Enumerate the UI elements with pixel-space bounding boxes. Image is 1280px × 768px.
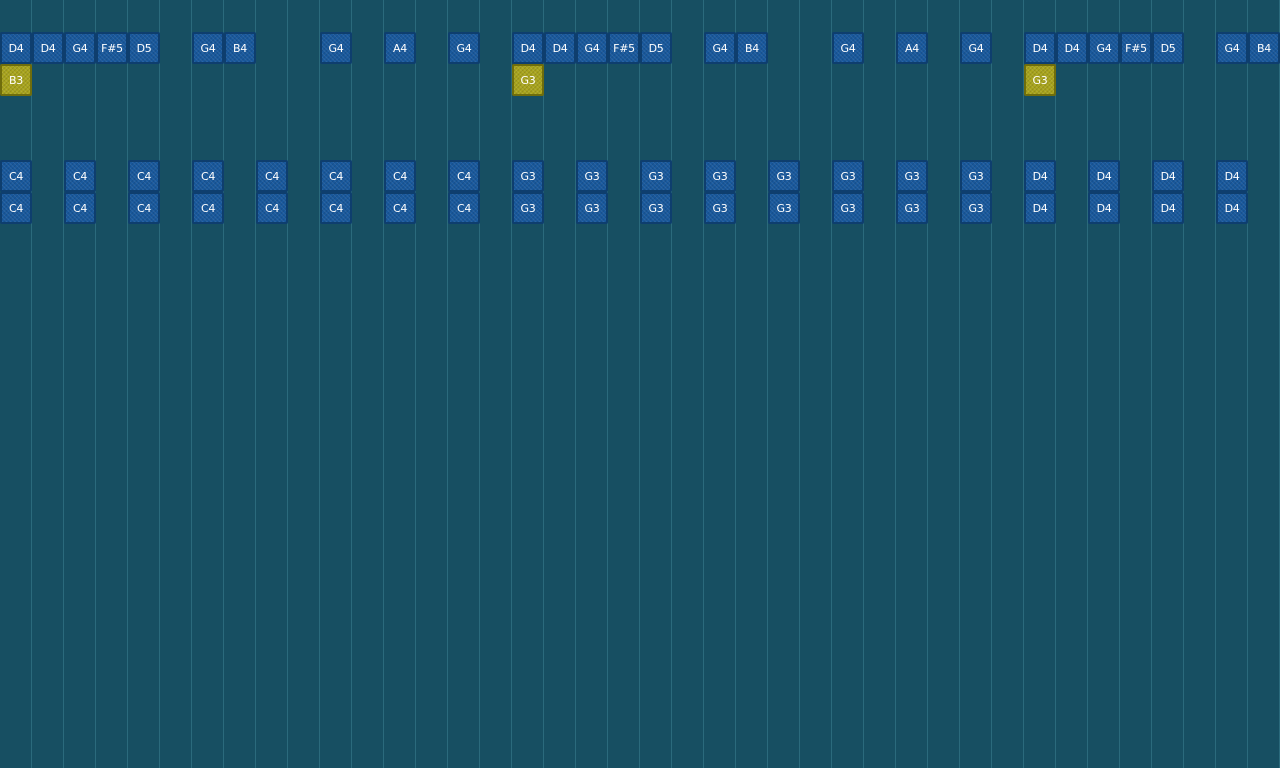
note-block-bass-upper[interactable]: C4 [448, 160, 480, 192]
note-block-bass-lower[interactable]: G3 [704, 192, 736, 224]
note-block-bass-upper[interactable]: C4 [192, 160, 224, 192]
note-block-bass-upper[interactable]: G3 [768, 160, 800, 192]
note-block-bass-lower[interactable]: C4 [384, 192, 416, 224]
note-block-bass-upper[interactable]: G3 [960, 160, 992, 192]
note-block-melody[interactable]: F#5 [608, 32, 640, 64]
note-block-bass-lower[interactable]: D4 [1088, 192, 1120, 224]
note-block-melody[interactable]: G4 [960, 32, 992, 64]
note-block-melody[interactable]: D5 [1152, 32, 1184, 64]
note-block-bass-upper[interactable]: C4 [128, 160, 160, 192]
note-block-bass-lower[interactable]: C4 [320, 192, 352, 224]
note-block-bass-lower[interactable]: D4 [1216, 192, 1248, 224]
note-block-bass-lower[interactable]: G3 [640, 192, 672, 224]
note-block-melody[interactable]: D5 [128, 32, 160, 64]
note-block-melody[interactable]: G4 [64, 32, 96, 64]
note-block-melody[interactable]: B4 [224, 32, 256, 64]
note-block-melody[interactable]: B4 [1248, 32, 1280, 64]
note-block-melody[interactable]: G4 [192, 32, 224, 64]
note-block-bass-upper[interactable]: C4 [64, 160, 96, 192]
note-block-bass-upper[interactable]: G3 [832, 160, 864, 192]
selected-note-block-harmony[interactable]: G3 [512, 64, 544, 96]
note-block-bass-upper[interactable]: G3 [896, 160, 928, 192]
note-block-bass-upper[interactable]: G3 [576, 160, 608, 192]
note-block-melody[interactable]: D4 [0, 32, 32, 64]
note-block-bass-lower[interactable]: C4 [64, 192, 96, 224]
note-block-bass-lower[interactable]: C4 [192, 192, 224, 224]
note-block-melody[interactable]: G4 [704, 32, 736, 64]
note-block-bass-lower[interactable]: G3 [768, 192, 800, 224]
selected-note-block-harmony[interactable]: B3 [0, 64, 32, 96]
note-block-bass-lower[interactable]: D4 [1152, 192, 1184, 224]
note-block-melody[interactable]: G4 [1088, 32, 1120, 64]
note-block-bass-lower[interactable]: C4 [256, 192, 288, 224]
note-block-bass-lower[interactable]: C4 [0, 192, 32, 224]
note-block-melody[interactable]: D4 [1056, 32, 1088, 64]
note-block-bass-upper[interactable]: G3 [640, 160, 672, 192]
note-block-bass-upper[interactable]: C4 [0, 160, 32, 192]
note-block-bass-upper[interactable]: C4 [256, 160, 288, 192]
note-block-bass-lower[interactable]: C4 [128, 192, 160, 224]
note-block-bass-upper[interactable]: D4 [1152, 160, 1184, 192]
note-block-melody[interactable]: D5 [640, 32, 672, 64]
note-block-bass-upper[interactable]: D4 [1024, 160, 1056, 192]
selected-note-block-harmony[interactable]: G3 [1024, 64, 1056, 96]
note-block-bass-lower[interactable]: G3 [512, 192, 544, 224]
note-block-melody[interactable]: D4 [1024, 32, 1056, 64]
note-block-melody[interactable]: F#5 [1120, 32, 1152, 64]
note-block-melody[interactable]: D4 [32, 32, 64, 64]
note-block-melody[interactable]: B4 [736, 32, 768, 64]
note-block-bass-upper[interactable]: D4 [1088, 160, 1120, 192]
sequencer-grid[interactable]: D4 D4 G4 F#5 D5 G4 B4 G4 A4 G4 D4 D4 G4 F#5 D5 G4 B4 G4 A4… [0, 0, 1280, 768]
note-block-melody[interactable]: A4 [384, 32, 416, 64]
note-block-melody[interactable]: G4 [576, 32, 608, 64]
note-block-bass-upper[interactable]: G3 [704, 160, 736, 192]
note-block-melody[interactable]: A4 [896, 32, 928, 64]
note-block-melody[interactable]: G4 [1216, 32, 1248, 64]
note-block-melody[interactable]: G4 [320, 32, 352, 64]
note-block-bass-lower[interactable]: G3 [896, 192, 928, 224]
note-block-bass-lower[interactable]: G3 [960, 192, 992, 224]
note-block-melody[interactable]: G4 [448, 32, 480, 64]
note-block-bass-upper[interactable]: C4 [320, 160, 352, 192]
note-block-melody[interactable]: F#5 [96, 32, 128, 64]
note-block-bass-lower[interactable]: C4 [448, 192, 480, 224]
note-block-bass-upper[interactable]: C4 [384, 160, 416, 192]
note-block-bass-lower[interactable]: G3 [832, 192, 864, 224]
note-block-bass-upper[interactable]: D4 [1216, 160, 1248, 192]
note-block-melody[interactable]: D4 [512, 32, 544, 64]
note-block-bass-lower[interactable]: D4 [1024, 192, 1056, 224]
note-block-bass-lower[interactable]: G3 [576, 192, 608, 224]
note-block-melody[interactable]: D4 [544, 32, 576, 64]
note-block-bass-upper[interactable]: G3 [512, 160, 544, 192]
note-block-melody[interactable]: G4 [832, 32, 864, 64]
